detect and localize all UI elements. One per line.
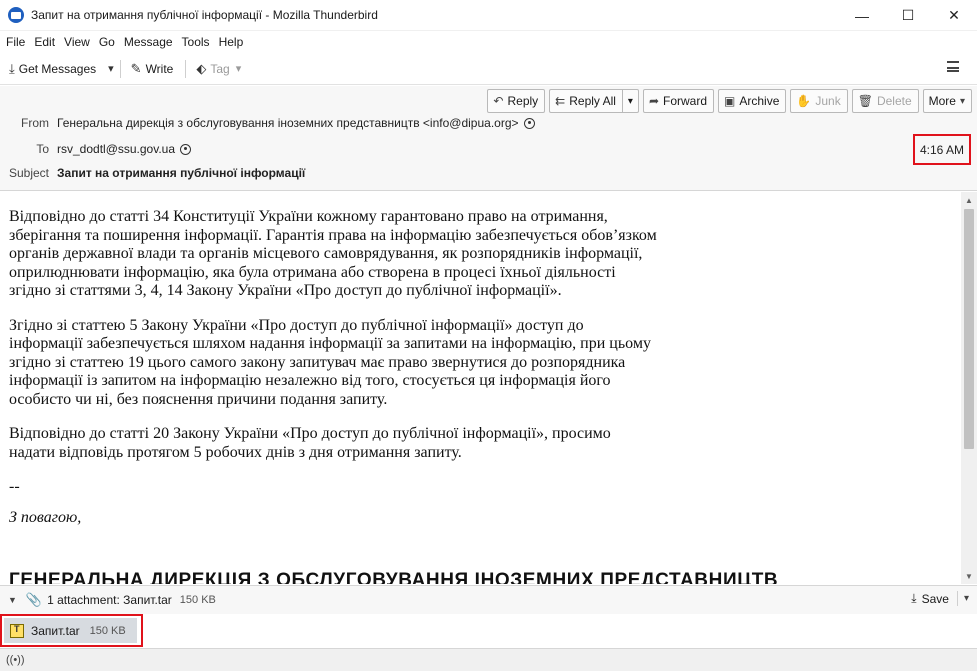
save-dropdown-icon[interactable]: ▾ [964,593,969,604]
pencil-icon: ✎ [130,60,142,76]
toolbar-divider [119,59,121,78]
thunderbird-app-icon [8,7,24,23]
body-paragraph: Відповідно до статті 20 Закону України «… [9,425,611,461]
delete-button[interactable]: 🗑 Delete [851,89,919,113]
menu-view[interactable]: View [64,35,90,49]
window-title: Запит на отримання публічної інформації … [31,8,378,22]
signature-organization: ГЕНЕРАЛЬНА ДИРЕКЦІЯ З ОБСЛУГОВУВАННЯ ІНО… [9,570,779,584]
reply-icon: ↶ [493,94,504,108]
reply-all-icon: ⇇ [555,94,566,108]
attachment-summary[interactable]: 1 attachment: Запит.tar [47,593,172,607]
message-actions: ↶ Reply ⇇ Reply All ▾ ➦ Forward ▣ Archiv… [483,89,972,113]
save-label: Save [921,591,949,606]
to-value[interactable]: rsv_dodtl@ssu.gov.ua [57,142,175,156]
menu-bar: File Edit View Go Message Tools Help [0,31,977,52]
junk-icon: ✋ [796,94,812,108]
toolbar-divider [185,59,187,78]
tag-dropdown-icon: ▾ [235,63,242,75]
menu-go[interactable]: Go [99,35,115,49]
body-paragraph: Згідно зі статтею 5 Закону України «Про … [9,316,651,408]
status-bar: ((•)) [0,648,977,671]
subject-label: Subject [8,166,49,180]
menu-edit[interactable]: Edit [34,35,55,49]
menu-file[interactable]: File [6,35,25,49]
archive-label: Archive [739,94,780,108]
get-messages-dropdown-icon[interactable]: ▾ [108,62,114,75]
menu-help[interactable]: Help [219,35,244,49]
forward-label: Forward [663,94,708,108]
contact-icon[interactable] [180,143,192,155]
attachment-list: Запит.tar 150 KB [0,614,977,648]
subject-row: Subject Запит на отримання публічної інф… [0,166,305,180]
write-button[interactable]: ✎ Write [131,61,174,77]
get-messages-label: Get Messages [18,61,97,76]
window-controls: — ☐ ✕ [839,0,977,31]
save-button[interactable]: ⤓ Save [911,591,958,606]
reply-label: Reply [507,94,539,108]
reply-all-dropdown-icon[interactable]: ▾ [621,89,639,113]
archive-icon: ▣ [724,94,736,108]
message-header: ↶ Reply ⇇ Reply All ▾ ➦ Forward ▣ Archiv… [0,86,977,191]
from-label: From [21,116,49,130]
archive-button[interactable]: ▣ Archive [718,89,787,113]
scroll-up-icon[interactable]: ▲ [961,192,977,208]
body-paragraph: Відповідно до статті 34 Конституції Укра… [9,208,657,299]
close-button[interactable]: ✕ [931,0,977,31]
more-button[interactable]: More ▾ [922,89,972,113]
to-row: To rsv_dodtl@ssu.gov.ua [0,142,192,156]
menu-message[interactable]: Message [124,35,173,49]
app-menu-icon[interactable] [947,61,959,72]
trash-icon: 🗑 [857,94,873,108]
attachment-bar: ▼ 📎 1 attachment: Запит.tar 150 KB ⤓ Sav… [0,585,977,614]
signature-separator: -- [9,478,20,495]
subject-value: Запит на отримання публічної інформації [57,166,306,180]
contact-icon[interactable] [523,117,535,129]
tag-button[interactable]: ⬖ Tag ▾ [196,61,241,77]
reply-button[interactable]: ↶ Reply [487,89,546,113]
from-value[interactable]: Генеральна дирекція з обслуговування іно… [57,116,519,130]
inbox-download-icon: ⤓ [9,60,15,76]
message-time: 4:16 AM [913,134,971,165]
message-body: Відповідно до статті 34 Конституції Укра… [0,192,961,584]
attachment-summary-size: 150 KB [179,594,216,606]
junk-button[interactable]: ✋ Junk [790,89,848,113]
reply-all-button[interactable]: ⇇ Reply All [549,89,622,113]
main-toolbar: ⤓ Get Messages ▾ ✎ Write ⬖ Tag ▾ [0,53,977,85]
junk-label: Junk [815,94,841,108]
more-dropdown-icon: ▾ [959,95,965,107]
save-controls: ⤓ Save ▾ [911,591,969,606]
to-label: To [36,142,49,156]
minimize-button[interactable]: — [839,0,885,31]
write-label: Write [145,61,174,76]
reply-all-label: Reply All [569,94,616,108]
forward-icon: ➦ [648,94,660,108]
paperclip-icon: 📎 [25,592,43,607]
more-label: More [928,94,956,108]
signature-regards: З повагою, [9,508,82,526]
from-row: From Генеральна дирекція з обслуговуванн… [0,116,535,130]
tag-icon: ⬖ [196,60,207,76]
title-bar: Запит на отримання публічної інформації … [0,0,977,31]
attachment-highlight [0,614,143,647]
scroll-down-icon[interactable]: ▼ [961,568,977,584]
delete-label: Delete [876,94,912,108]
get-messages-button[interactable]: ⤓ Get Messages [9,61,96,77]
forward-button[interactable]: ➦ Forward [642,89,715,113]
menu-tools[interactable]: Tools [182,35,210,49]
download-icon: ⤓ [911,591,917,605]
attachment-toggle-icon[interactable]: ▼ [8,595,17,605]
message-scrollbar[interactable]: ▲ ▼ [961,192,977,584]
activity-icon[interactable]: ((•)) [6,654,25,666]
maximize-button[interactable]: ☐ [885,0,931,31]
scroll-thumb[interactable] [964,209,974,449]
tag-label: Tag [210,61,230,76]
